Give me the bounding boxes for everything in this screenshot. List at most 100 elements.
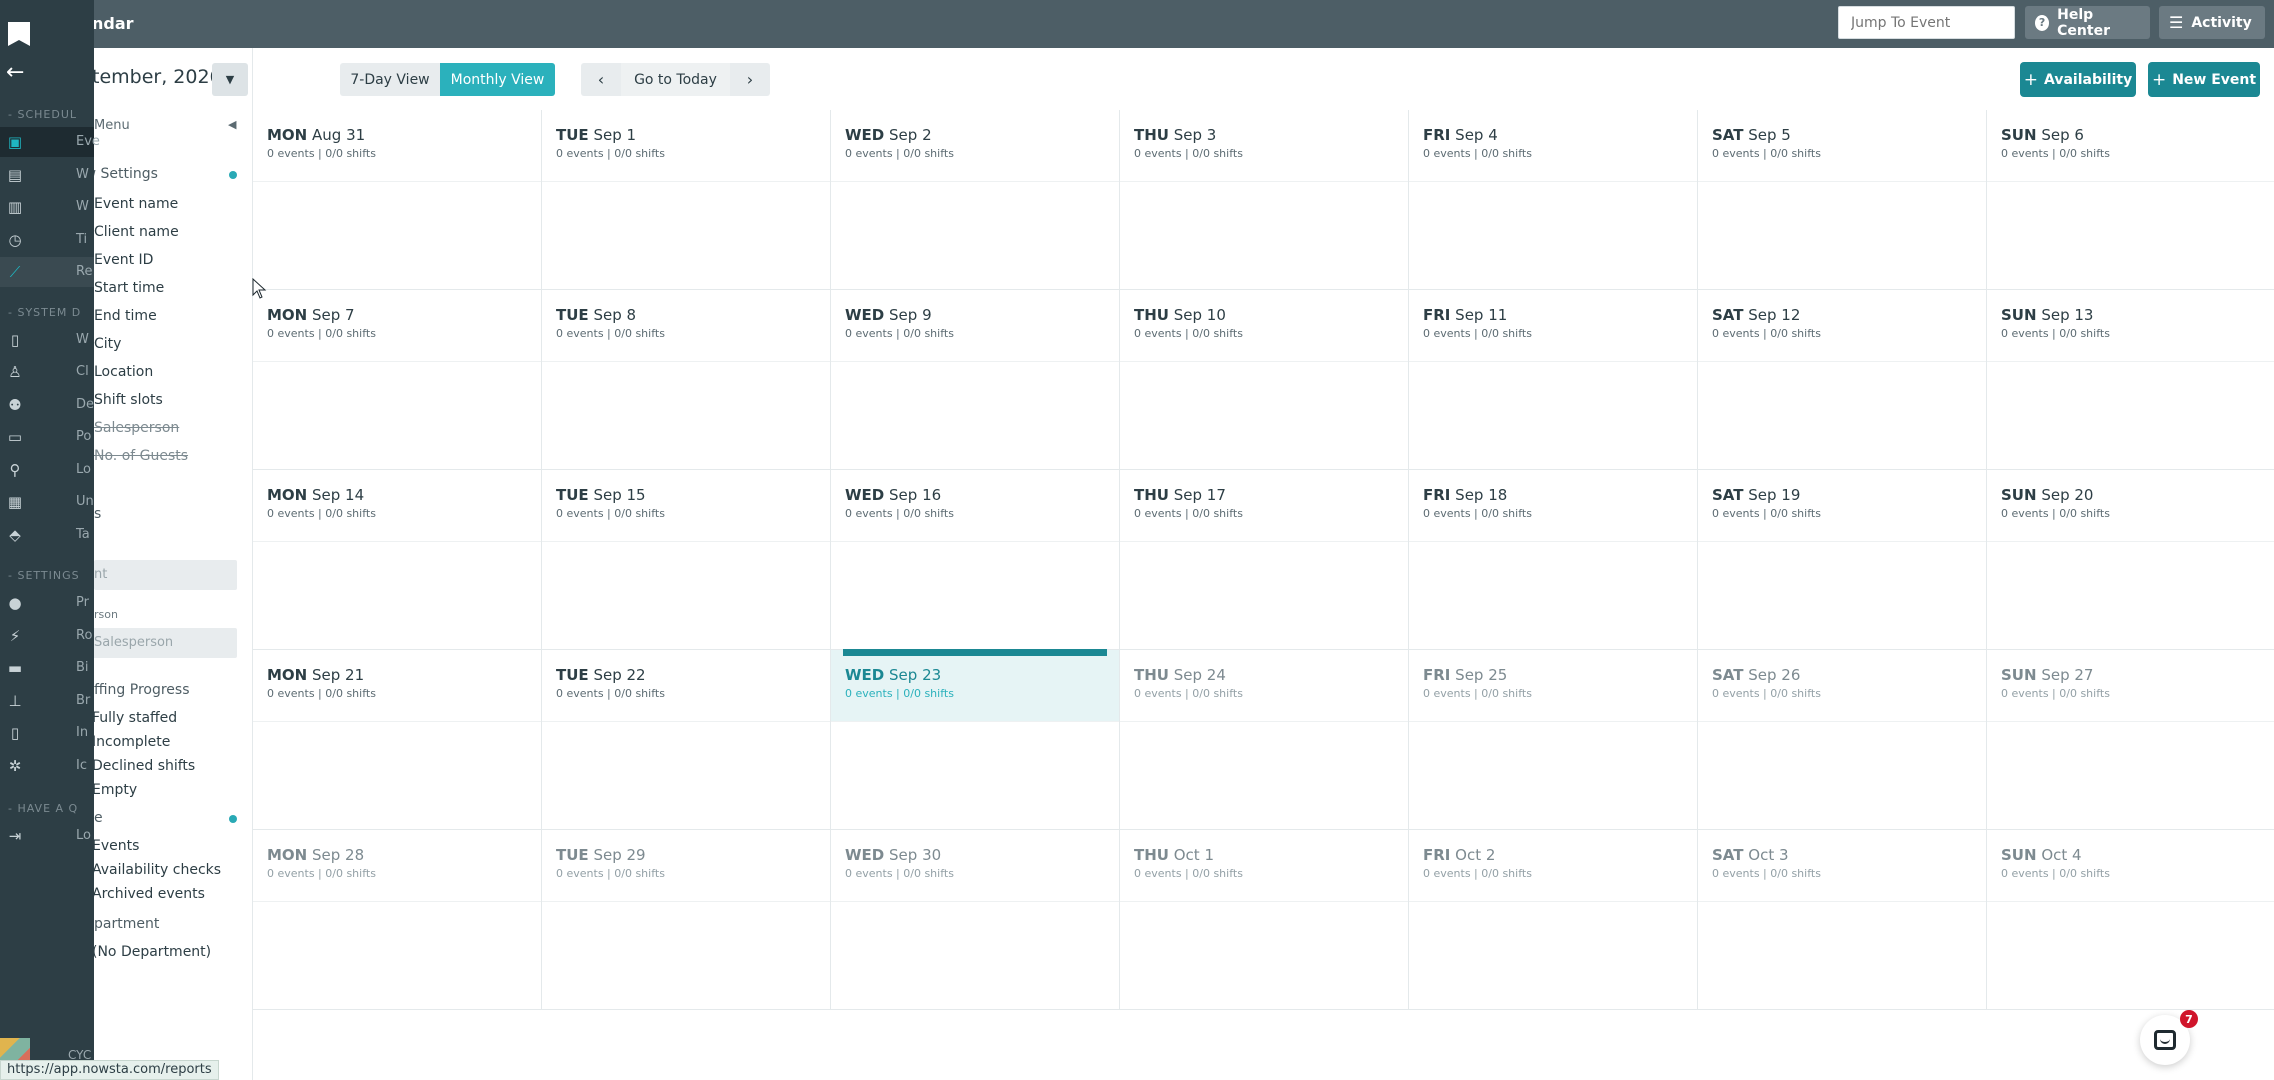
calendar-day-cell[interactable]: MON Sep 7 0 events | 0/0 shifts: [253, 290, 542, 470]
view-setting-field[interactable]: Shift slots: [94, 392, 163, 408]
day-header[interactable]: THU Sep 24 0 events | 0/0 shifts: [1120, 650, 1408, 722]
calendar-day-cell[interactable]: SAT Sep 26 0 events | 0/0 shifts: [1698, 650, 1987, 830]
staffing-filter-option[interactable]: Empty: [92, 782, 137, 798]
collapse-menu-icon[interactable]: ◀: [228, 118, 236, 131]
calendar-day-cell[interactable]: THU Oct 1 0 events | 0/0 shifts: [1120, 830, 1409, 1010]
seven-day-view-button[interactable]: 7-Day View: [340, 63, 440, 96]
calendar-day-cell[interactable]: MON Sep 14 0 events | 0/0 shifts: [253, 470, 542, 650]
type-filter-option[interactable]: Availability checks: [92, 862, 221, 878]
calendar-day-cell[interactable]: FRI Sep 25 0 events | 0/0 shifts: [1409, 650, 1698, 830]
person-icon[interactable]: ●: [6, 594, 24, 612]
day-header[interactable]: SUN Sep 27 0 events | 0/0 shifts: [1987, 650, 2274, 722]
day-header[interactable]: THU Sep 3 0 events | 0/0 shifts: [1120, 110, 1408, 182]
day-header[interactable]: FRI Sep 11 0 events | 0/0 shifts: [1409, 290, 1697, 362]
calendar-day-cell[interactable]: SUN Sep 20 0 events | 0/0 shifts: [1987, 470, 2274, 650]
staffing-filter-option[interactable]: Declined shifts: [92, 758, 195, 774]
day-header[interactable]: WED Sep 2 0 events | 0/0 shifts: [831, 110, 1119, 182]
menu-label[interactable]: Menu: [94, 118, 130, 133]
day-header[interactable]: THU Sep 10 0 events | 0/0 shifts: [1120, 290, 1408, 362]
type-filter-option[interactable]: Events: [92, 838, 139, 854]
calendar-day-cell[interactable]: TUE Sep 1 0 events | 0/0 shifts: [542, 110, 831, 290]
calendar-day-cell[interactable]: SUN Sep 13 0 events | 0/0 shifts: [1987, 290, 2274, 470]
people-icon[interactable]: ⚉: [6, 396, 24, 414]
day-header[interactable]: TUE Sep 22 0 events | 0/0 shifts: [542, 650, 830, 722]
rail-item-label[interactable]: Lo: [76, 828, 91, 843]
calendar-day-cell[interactable]: WED Sep 23 0 events | 0/0 shifts: [831, 649, 1120, 830]
rail-item-label[interactable]: Lo: [76, 462, 91, 477]
day-header[interactable]: SAT Sep 12 0 events | 0/0 shifts: [1698, 290, 1986, 362]
calendar-day-cell[interactable]: MON Aug 31 0 events | 0/0 shifts: [253, 110, 542, 290]
location-pin-icon[interactable]: ⚲: [6, 461, 24, 479]
calendar-day-cell[interactable]: THU Sep 24 0 events | 0/0 shifts: [1120, 650, 1409, 830]
calendar-day-cell[interactable]: SAT Sep 5 0 events | 0/0 shifts: [1698, 110, 1987, 290]
calendar-day-cell[interactable]: FRI Sep 4 0 events | 0/0 shifts: [1409, 110, 1698, 290]
help-center-button[interactable]: ? Help Center: [2025, 6, 2150, 39]
book-icon[interactable]: ▯: [6, 331, 24, 349]
day-header[interactable]: FRI Sep 4 0 events | 0/0 shifts: [1409, 110, 1697, 182]
id-card-icon[interactable]: ▭: [6, 428, 24, 446]
staffing-filter-option[interactable]: Fully staffed: [92, 710, 177, 726]
calendar-day-cell[interactable]: TUE Sep 22 0 events | 0/0 shifts: [542, 650, 831, 830]
rail-item-label[interactable]: Pr: [76, 595, 89, 610]
logout-icon[interactable]: ⇥: [6, 827, 24, 845]
jump-to-event-input[interactable]: [1838, 6, 2015, 39]
staffing-filter-option[interactable]: Incomplete: [92, 734, 170, 750]
department-filter-option[interactable]: (No Department): [92, 944, 211, 960]
day-header[interactable]: MON Sep 14 0 events | 0/0 shifts: [253, 470, 541, 542]
calendar-day-cell[interactable]: TUE Sep 8 0 events | 0/0 shifts: [542, 290, 831, 470]
rail-item-label[interactable]: W: [76, 199, 89, 214]
day-header[interactable]: TUE Sep 1 0 events | 0/0 shifts: [542, 110, 830, 182]
calendar-day-cell[interactable]: WED Sep 2 0 events | 0/0 shifts: [831, 110, 1120, 290]
rail-item-label[interactable]: Po: [76, 429, 91, 444]
gear-icon[interactable]: ✲: [6, 757, 24, 775]
calendar-day-cell[interactable]: WED Sep 30 0 events | 0/0 shifts: [831, 830, 1120, 1010]
back-arrow-icon[interactable]: ←: [6, 60, 24, 85]
calendar-day-cell[interactable]: SUN Sep 6 0 events | 0/0 shifts: [1987, 110, 2274, 290]
calendar-day-cell[interactable]: SUN Oct 4 0 events | 0/0 shifts: [1987, 830, 2274, 1010]
day-header[interactable]: THU Oct 1 0 events | 0/0 shifts: [1120, 830, 1408, 902]
calendar-day-cell[interactable]: SAT Sep 19 0 events | 0/0 shifts: [1698, 470, 1987, 650]
day-header[interactable]: SUN Oct 4 0 events | 0/0 shifts: [1987, 830, 2274, 902]
next-month-button[interactable]: ›: [730, 63, 770, 96]
lightning-icon[interactable]: ⚡: [6, 627, 24, 645]
credit-card-icon[interactable]: ▬: [6, 659, 24, 677]
day-header[interactable]: MON Aug 31 0 events | 0/0 shifts: [253, 110, 541, 182]
day-header[interactable]: FRI Sep 18 0 events | 0/0 shifts: [1409, 470, 1697, 542]
day-header[interactable]: MON Sep 28 0 events | 0/0 shifts: [253, 830, 541, 902]
rail-item-label[interactable]: In: [76, 725, 88, 740]
day-header[interactable]: TUE Sep 15 0 events | 0/0 shifts: [542, 470, 830, 542]
day-header[interactable]: THU Sep 17 0 events | 0/0 shifts: [1120, 470, 1408, 542]
calendar-day-cell[interactable]: FRI Oct 2 0 events | 0/0 shifts: [1409, 830, 1698, 1010]
type-filter-option[interactable]: Archived events: [92, 886, 205, 902]
calendar-day-cell[interactable]: THU Sep 17 0 events | 0/0 shifts: [1120, 470, 1409, 650]
availability-button[interactable]: + Availability: [2020, 62, 2136, 97]
calendar-week-icon[interactable]: ▤: [6, 166, 24, 184]
org-chart-icon[interactable]: ⊥: [6, 692, 24, 710]
rail-item-label[interactable]: Eve: [76, 134, 100, 149]
document-icon[interactable]: ▯: [6, 724, 24, 742]
calendar-day-cell[interactable]: MON Sep 28 0 events | 0/0 shifts: [253, 830, 542, 1010]
rail-item-label[interactable]: Ro: [76, 628, 92, 643]
day-header[interactable]: FRI Sep 25 0 events | 0/0 shifts: [1409, 650, 1697, 722]
month-dropdown-button[interactable]: ▼: [212, 63, 248, 96]
building-icon[interactable]: ▦: [6, 493, 24, 511]
day-header[interactable]: SAT Sep 26 0 events | 0/0 shifts: [1698, 650, 1986, 722]
day-header[interactable]: WED Sep 16 0 events | 0/0 shifts: [831, 470, 1119, 542]
day-header[interactable]: SAT Sep 19 0 events | 0/0 shifts: [1698, 470, 1986, 542]
day-header[interactable]: SUN Sep 13 0 events | 0/0 shifts: [1987, 290, 2274, 362]
rail-item-label[interactable]: Ta: [76, 527, 90, 542]
activity-button[interactable]: ☰ Activity: [2159, 6, 2265, 39]
day-header[interactable]: FRI Oct 2 0 events | 0/0 shifts: [1409, 830, 1697, 902]
rail-item-label[interactable]: De: [76, 397, 94, 412]
calendar-day-cell[interactable]: FRI Sep 11 0 events | 0/0 shifts: [1409, 290, 1698, 470]
day-header[interactable]: MON Sep 21 0 events | 0/0 shifts: [253, 650, 541, 722]
calendar-day-icon[interactable]: ▥: [6, 198, 24, 216]
salesperson-filter-box[interactable]: Salesperson: [79, 628, 237, 658]
view-setting-field[interactable]: Event ID: [94, 252, 153, 268]
calendar-day-cell[interactable]: MON Sep 21 0 events | 0/0 shifts: [253, 650, 542, 830]
day-header[interactable]: WED Sep 23 0 events | 0/0 shifts: [831, 649, 1119, 722]
calendar-day-cell[interactable]: FRI Sep 18 0 events | 0/0 shifts: [1409, 470, 1698, 650]
client-filter-box[interactable]: nt: [94, 560, 237, 590]
calendar-day-cell[interactable]: TUE Sep 29 0 events | 0/0 shifts: [542, 830, 831, 1010]
day-header[interactable]: SUN Sep 6 0 events | 0/0 shifts: [1987, 110, 2274, 182]
